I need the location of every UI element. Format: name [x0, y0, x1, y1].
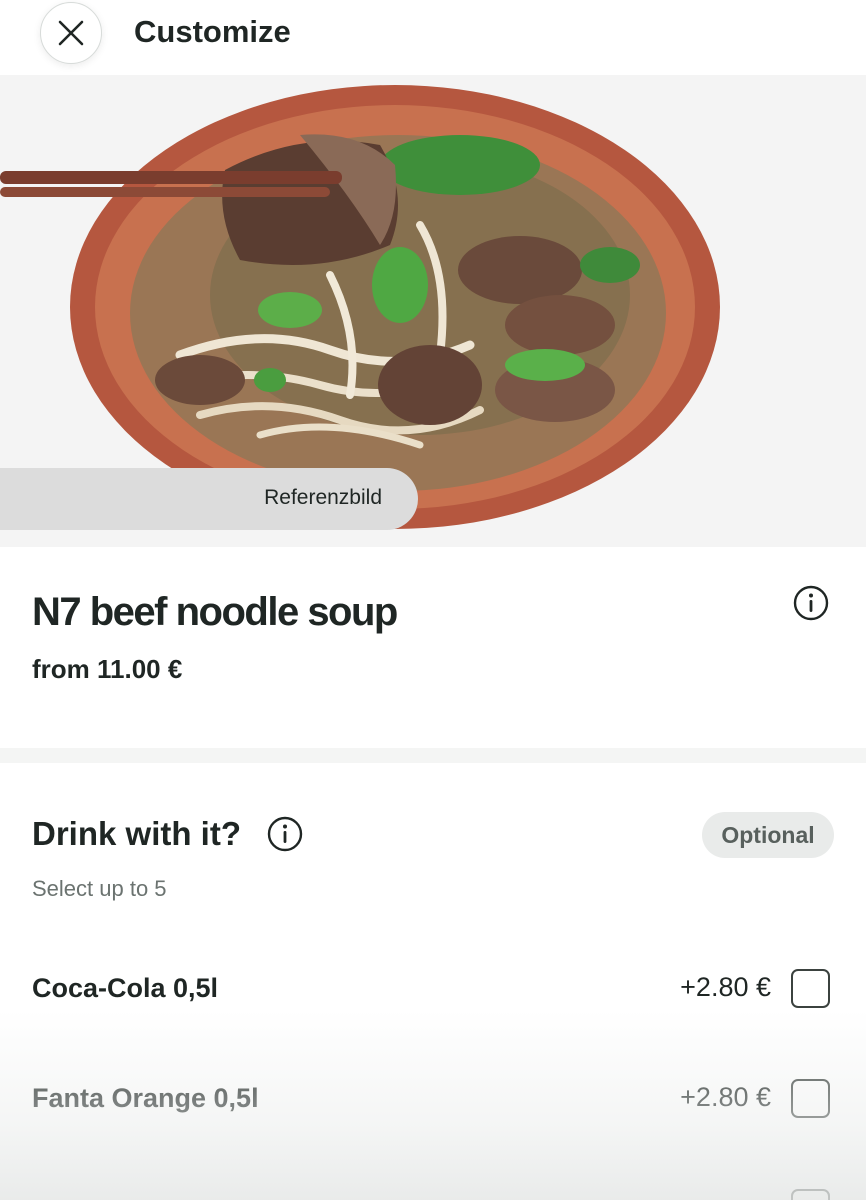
- reference-image-tag: Referenzbild: [0, 468, 418, 530]
- option-checkbox[interactable]: [791, 1189, 830, 1200]
- option-checkbox[interactable]: [791, 1079, 830, 1118]
- option-row[interactable]: [0, 1165, 866, 1200]
- product-image: Referenzbild: [0, 75, 866, 547]
- option-name: Fanta Orange 0,5l: [32, 1083, 259, 1113]
- option-name: Coca-Cola 0,5l: [32, 973, 219, 1003]
- close-button[interactable]: [40, 2, 102, 64]
- info-icon: [793, 585, 829, 621]
- reference-image-label: Referenzbild: [264, 486, 382, 509]
- product-info-button[interactable]: [793, 585, 829, 621]
- product-price: from 11.00 €: [32, 654, 183, 684]
- top-bar: Customize: [0, 0, 866, 75]
- section-divider: [0, 748, 866, 763]
- option-row[interactable]: Fanta Orange 0,5l +2.80 €: [0, 1055, 866, 1145]
- option-price: +2.80 €: [680, 972, 771, 1002]
- close-icon: [58, 20, 84, 46]
- option-group-title: Drink with it?: [32, 815, 241, 852]
- option-group-info-button[interactable]: [267, 816, 303, 852]
- option-price: +2.80 €: [680, 1082, 771, 1112]
- product-info: N7 beef noodle soup from 11.00 €: [0, 548, 866, 748]
- option-checkbox[interactable]: [791, 969, 830, 1008]
- product-name: N7 beef noodle soup: [32, 590, 398, 634]
- page-title: Customize: [134, 14, 291, 49]
- info-icon: [267, 816, 303, 852]
- optional-badge: Optional: [702, 812, 834, 858]
- option-row[interactable]: Coca-Cola 0,5l +2.80 €: [0, 945, 866, 1035]
- option-group-subtitle: Select up to 5: [32, 876, 167, 901]
